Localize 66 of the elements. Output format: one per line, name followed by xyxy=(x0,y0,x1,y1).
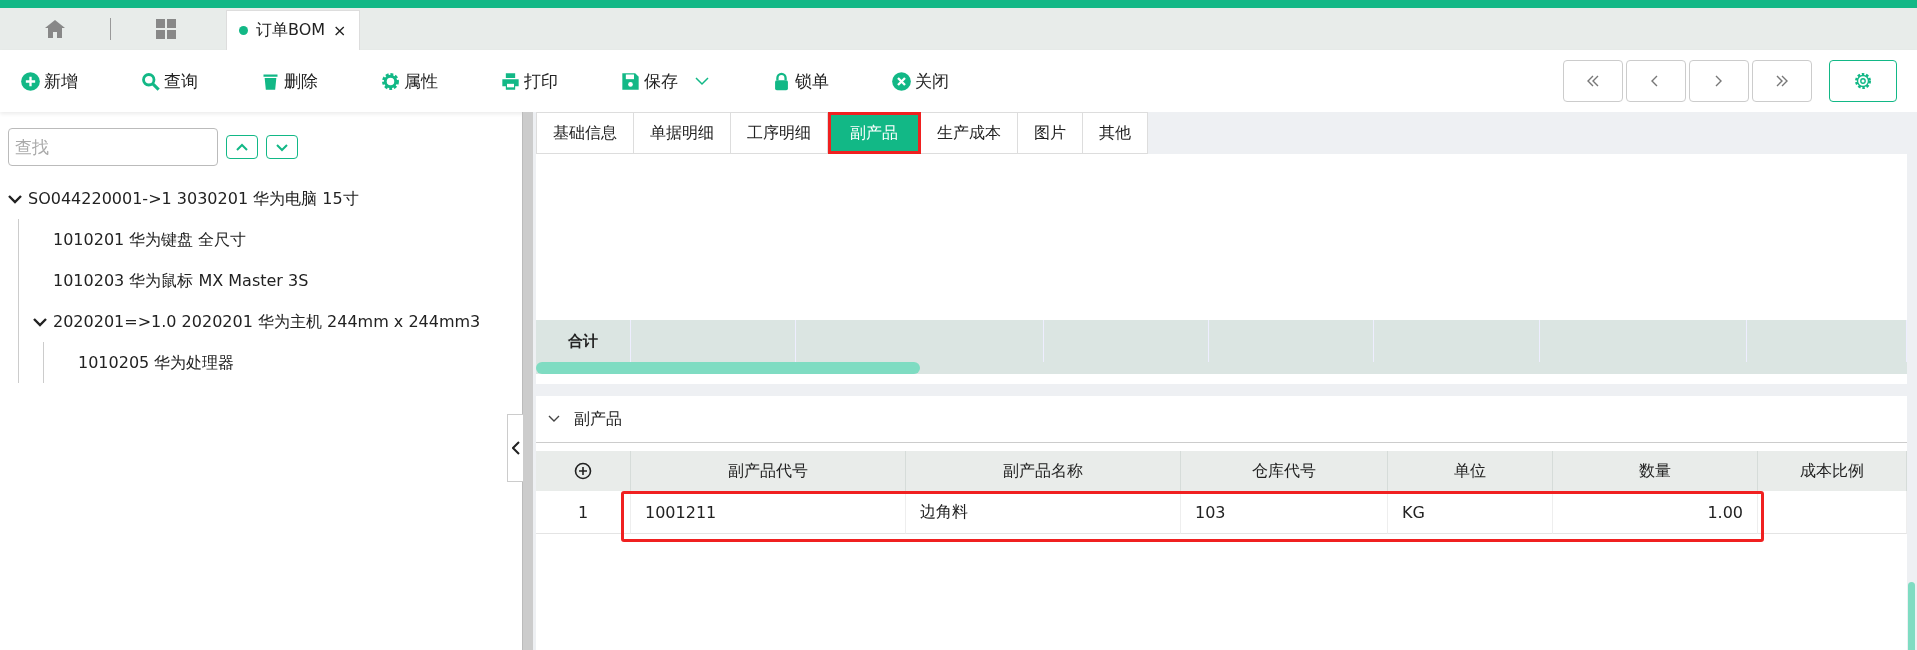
chevron-left-button[interactable] xyxy=(1626,60,1686,102)
tree-item[interactable]: SO044220001->1 3030201 华为电脑 15寸 xyxy=(28,178,359,219)
tab[interactable]: 图片 xyxy=(1018,112,1083,154)
section-title: 副产品 xyxy=(574,408,622,430)
tree-item[interactable]: 2020201=>1.0 2020201 华为主机 244mm x 244mm3 xyxy=(53,301,481,342)
grid-icon[interactable] xyxy=(156,19,176,39)
first-page-icon xyxy=(1586,74,1600,88)
tab[interactable]: 单据明细 xyxy=(634,112,731,154)
close-icon[interactable]: × xyxy=(333,21,347,40)
document-tab[interactable]: 订单BOM × xyxy=(226,10,360,50)
toolbar-button[interactable]: 关闭 xyxy=(891,69,949,93)
toolbar-button[interactable]: 查询 xyxy=(140,69,198,93)
settings-icon xyxy=(1853,71,1873,91)
gear-icon xyxy=(380,70,401,92)
chevron-left-icon xyxy=(511,441,520,455)
close-circle-icon xyxy=(891,70,912,92)
toolbar-button[interactable]: 删除 xyxy=(260,69,318,93)
column-header[interactable]: 数量 xyxy=(1553,451,1758,491)
toolbar-button[interactable]: 属性 xyxy=(380,69,438,93)
table-cell: KG xyxy=(1388,491,1553,534)
plus-circle-icon xyxy=(20,70,41,92)
column-header[interactable]: 副产品代号 xyxy=(631,451,906,491)
tab[interactable]: 基础信息 xyxy=(536,112,634,154)
row-number: 1 xyxy=(536,491,631,534)
tree-item[interactable]: 1010205 华为处理器 xyxy=(78,342,235,383)
column-header[interactable]: 单位 xyxy=(1388,451,1553,491)
toolbar-button[interactable]: 保存 xyxy=(620,69,709,93)
chevron-right-button[interactable] xyxy=(1689,60,1749,102)
section-toggle[interactable] xyxy=(548,415,560,423)
table-cell: 1.00 xyxy=(1553,491,1758,534)
column-header[interactable]: 仓库代号 xyxy=(1181,451,1388,491)
up-button[interactable] xyxy=(226,135,258,159)
home-icon[interactable] xyxy=(45,20,65,38)
column-header[interactable]: 副产品名称 xyxy=(906,451,1181,491)
search-icon xyxy=(140,70,161,92)
chevron-up-icon xyxy=(235,142,249,152)
table-cell: 103 xyxy=(1181,491,1388,534)
caret-icon[interactable] xyxy=(695,76,709,86)
chevron-down-icon[interactable] xyxy=(8,193,22,204)
toolbar-button[interactable]: 新增 xyxy=(20,69,78,93)
tree-item[interactable]: 1010203 华为鼠标 MX Master 3S xyxy=(53,260,309,301)
last-page-icon xyxy=(1775,74,1789,88)
status-dot xyxy=(239,26,248,35)
printer-icon xyxy=(500,70,521,92)
toolbar-button[interactable]: 打印 xyxy=(500,69,558,93)
column-header[interactable]: 成本比例 xyxy=(1758,451,1907,491)
table-cell: 边角料 xyxy=(906,491,1181,534)
first-page-button[interactable] xyxy=(1563,60,1623,102)
toolbar-button[interactable]: 锁单 xyxy=(771,69,829,93)
add-row-icon[interactable] xyxy=(574,462,592,480)
tree-item[interactable]: 1010201 华为键盘 全尺寸 xyxy=(53,219,247,260)
chevron-down-icon xyxy=(275,142,289,152)
collapse-button[interactable] xyxy=(507,414,523,482)
tab[interactable]: 其他 xyxy=(1083,112,1148,154)
table-cell: 1001211 xyxy=(631,491,906,534)
summary-label: 合计 xyxy=(568,331,598,351)
last-page-button[interactable] xyxy=(1752,60,1812,102)
chevron-down-icon xyxy=(548,415,560,423)
tab[interactable]: 生产成本 xyxy=(921,112,1018,154)
down-button[interactable] xyxy=(266,135,298,159)
chevron-down-icon[interactable] xyxy=(33,316,47,327)
scrollbar-thumb[interactable] xyxy=(536,362,920,374)
tab[interactable]: 工序明细 xyxy=(731,112,828,154)
search-field[interactable]: 查找 xyxy=(8,128,218,166)
scrollbar-thumb[interactable] xyxy=(1908,582,1915,650)
settings-button[interactable] xyxy=(1829,60,1897,102)
